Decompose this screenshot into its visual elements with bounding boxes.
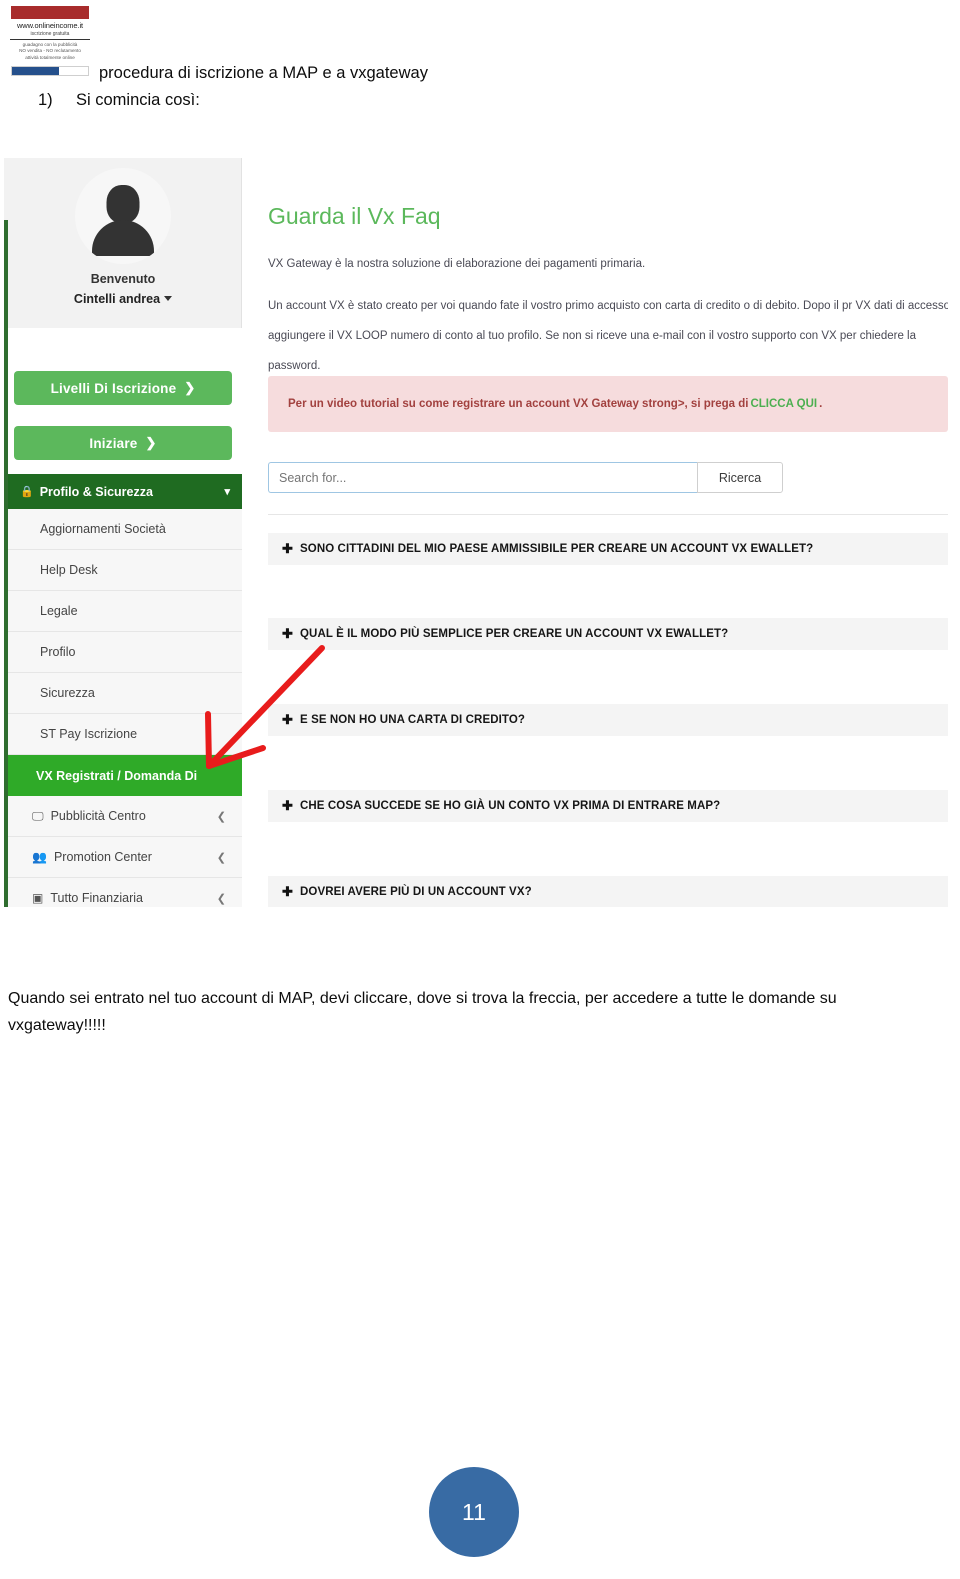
- faq-accordion-item[interactable]: ✚ QUAL È IL MODO PIÙ SEMPLICE PER CREARE…: [268, 618, 948, 650]
- sidebar-item-sicurezza[interactable]: Sicurezza: [8, 673, 242, 714]
- levels-button[interactable]: Livelli Di Iscrizione ❯: [14, 371, 232, 405]
- plus-icon: ✚: [282, 712, 293, 727]
- sidebar-item-label: VX Registrati / Domanda Di: [36, 768, 198, 783]
- start-button-label: Iniziare: [89, 435, 138, 451]
- search-button[interactable]: Ricerca: [697, 462, 783, 493]
- faq-item-label: E SE NON HO UNA CARTA DI CREDITO?: [300, 714, 526, 726]
- step-text: Si comincia così:: [76, 91, 200, 109]
- faq-accordion-item[interactable]: ✚ SONO CITTADINI DEL MIO PAESE AMMISSIBI…: [268, 533, 948, 565]
- chevron-right-icon: ❯: [145, 435, 157, 450]
- logo-tagline-3: attività totalmente online: [25, 54, 75, 60]
- search-input[interactable]: [268, 462, 697, 493]
- sidebar-item-tutto-finanziaria[interactable]: ▣ Tutto Finanziaria ❮: [8, 878, 242, 907]
- sidebar-item-vx-registrati-domanda-di[interactable]: VX Registrati / Domanda Di: [8, 755, 242, 796]
- intro-paragraph: VX Gateway è la nostra soluzione di elab…: [268, 258, 646, 270]
- caption-text: Quando sei entrato nel tuo account di MA…: [8, 990, 837, 1034]
- sidebar-section-profile-security[interactable]: 🔒 Profilo & Sicurezza ▾: [8, 474, 242, 509]
- faq-accordion-item[interactable]: ✚ DOVREI AVERE PIÙ DI UN ACCOUNT VX?: [268, 876, 948, 907]
- sidebar-item-label: Pubblicità Centro: [50, 809, 146, 823]
- step-number: 1): [38, 91, 53, 109]
- sidebar-item-label: Profilo: [40, 645, 76, 659]
- logo-red-bar: [11, 6, 89, 19]
- plus-icon: ✚: [282, 884, 293, 899]
- monitor-icon: 🖵: [32, 808, 44, 823]
- sidebar-item-label: Help Desk: [40, 563, 98, 577]
- clicca-qui-link[interactable]: CLICCA QUI: [750, 398, 817, 410]
- sidebar: Benvenuto Cintelli andrea Livelli Di Isc…: [4, 158, 242, 907]
- user-panel: Benvenuto Cintelli andrea: [4, 168, 242, 306]
- logo-subtitle: iscrizione gratuita: [30, 31, 70, 37]
- page-title: procedura di iscrizione a MAP e a vxgate…: [99, 64, 428, 82]
- user-name-text: Cintelli andrea: [73, 292, 161, 306]
- logo-url: www.onlineincome.it: [16, 21, 84, 30]
- logo-blue-bar: [11, 66, 89, 76]
- levels-button-label: Livelli Di Iscrizione: [50, 380, 177, 396]
- sidebar-item-label: Promotion Center: [53, 850, 152, 864]
- chevron-left-icon: ❮: [216, 810, 226, 823]
- sidebar-item-pubblicita-centro[interactable]: 🖵 Pubblicità Centro ❮: [8, 796, 242, 837]
- sidebar-item-label: Tutto Finanziaria: [50, 891, 143, 905]
- faq-accordion-item[interactable]: ✚ CHE COSA SUCCEDE SE HO GIÀ UN CONTO VX…: [268, 790, 948, 822]
- sidebar-item-promotion-center[interactable]: 👥 Promotion Center ❮: [8, 837, 242, 878]
- faq-accordion-item[interactable]: ✚ E SE NON HO UNA CARTA DI CREDITO?: [268, 704, 948, 736]
- body-paragraph: Un account VX è stato creato per voi qua…: [268, 300, 948, 372]
- faq-heading: Guarda il Vx Faq: [268, 203, 441, 229]
- plus-icon: ✚: [282, 626, 293, 641]
- sidebar-item-help-desk[interactable]: Help Desk: [8, 550, 242, 591]
- sidebar-item-profilo[interactable]: Profilo: [8, 632, 242, 673]
- chevron-down-icon: ▾: [224, 486, 230, 498]
- video-tutorial-alert: Per un video tutorial su come registrare…: [268, 376, 948, 432]
- page-number-badge: 11: [429, 1467, 519, 1557]
- content-divider: [268, 514, 948, 515]
- sidebar-item-st-pay-iscrizione[interactable]: ST Pay Iscrizione: [8, 714, 242, 755]
- start-button[interactable]: Iniziare ❯: [14, 426, 232, 460]
- sidebar-item-label: Legale: [40, 604, 78, 618]
- user-avatar-icon[interactable]: [75, 168, 171, 264]
- welcome-label: Benvenuto: [90, 272, 156, 286]
- users-group-icon: 👥: [32, 850, 47, 864]
- lock-icon: 🔒: [20, 486, 34, 498]
- caret-down-icon: [164, 296, 173, 301]
- alert-text-tail: .: [819, 398, 823, 410]
- main-content: Guarda il Vx Faq VX Gateway è la nostra …: [248, 158, 948, 907]
- alert-text: Per un video tutorial su come registrare…: [288, 398, 749, 410]
- plus-icon: ✚: [282, 541, 293, 556]
- logo-taglines: guadagno con la pubblicità NO vendita - …: [6, 42, 94, 61]
- faq-item-label: DOVREI AVERE PIÙ DI UN ACCOUNT VX?: [300, 886, 532, 898]
- page-number: 11: [462, 1498, 486, 1525]
- faq-item-label: QUAL È IL MODO PIÙ SEMPLICE PER CREARE U…: [300, 628, 729, 640]
- step-line: 1) Si comincia così:: [38, 91, 200, 110]
- sidebar-item-label: Sicurezza: [40, 686, 95, 700]
- sidebar-item-label: ST Pay Iscrizione: [40, 727, 138, 741]
- plus-icon: ✚: [282, 798, 293, 813]
- chevron-left-icon: ❮: [216, 892, 226, 905]
- search-bar: Ricerca: [268, 462, 783, 493]
- sidebar-item-label: Aggiornamenti Società: [40, 522, 166, 536]
- user-name[interactable]: Cintelli andrea: [4, 292, 242, 306]
- embedded-screenshot: Benvenuto Cintelli andrea Livelli Di Isc…: [0, 158, 948, 907]
- logo-divider: [10, 39, 90, 40]
- chevron-right-icon: ❯: [184, 380, 196, 395]
- sidebar-item-legale[interactable]: Legale: [8, 591, 242, 632]
- document-page: www.onlineincome.it iscrizione gratuita …: [0, 0, 960, 1579]
- faq-item-label: CHE COSA SUCCEDE SE HO GIÀ UN CONTO VX P…: [300, 800, 721, 812]
- site-logo: www.onlineincome.it iscrizione gratuita …: [6, 6, 92, 78]
- faq-item-label: SONO CITTADINI DEL MIO PAESE AMMISSIBILE…: [300, 543, 814, 555]
- finance-icon: ▣: [32, 891, 44, 905]
- chevron-left-icon: ❮: [216, 851, 226, 864]
- logo-tagline-2: NO vendita - NO reclutamento: [19, 48, 81, 54]
- sidebar-section-label: Profilo & Sicurezza: [39, 484, 153, 499]
- sidebar-item-aggiornamenti-societa[interactable]: Aggiornamenti Società: [8, 509, 242, 550]
